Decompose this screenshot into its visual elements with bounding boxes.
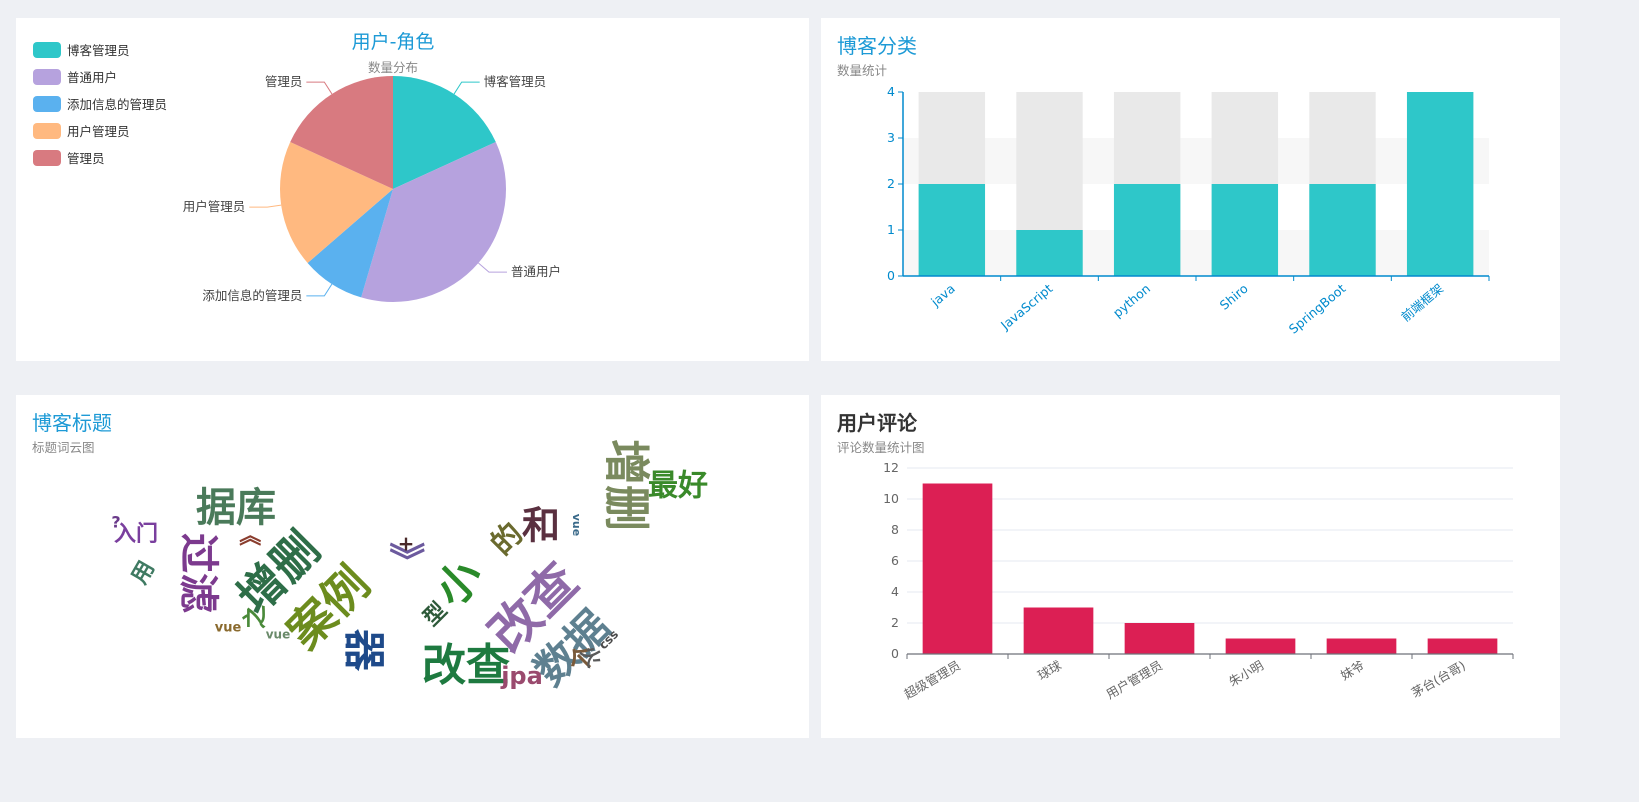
comment-bar[interactable] [922,483,993,655]
cloud-word[interactable]: 据库 [196,485,276,531]
pie-subtitle: 数量分布 [368,60,418,75]
x-tick-label: 妹爷 [1338,657,1368,683]
cloud-word[interactable]: 之 [241,605,269,629]
cloud-word[interactable]: 器 [340,629,389,672]
category-bar[interactable] [1211,184,1279,276]
wordcloud-panel: 博客标题 标题词云图 据库 增删 过滤 案例 入门用《》小改查 数据和增删 最好 改查器 jpa… [16,395,809,738]
comment-bar-chart: 0 2 4 6 8 10 12 超级管理员 球球 用户管理员 朱小明 妹爷 茅台(台哥) [883,460,1514,702]
comment-bar[interactable] [1225,638,1296,655]
pie-slice-label: 用户管理员 [183,199,246,214]
y-tick-label: 1 [887,222,895,237]
y-tick-label: 4 [891,584,899,599]
pie-slice-label: 添加信息的管理员 [202,288,302,303]
category-bar[interactable] [918,184,986,276]
cloud-word[interactable]: vue [570,514,583,536]
pie-slice-label: 普通用户 [511,264,561,279]
y-tick-label: 2 [887,176,895,191]
cloud-word[interactable]: 改查 [422,640,510,691]
y-tick-label: 12 [883,460,899,475]
comment-bar[interactable] [1023,607,1094,655]
pie-label-line [453,81,480,95]
pie-label-line [306,81,333,95]
cloud-word[interactable]: ? [111,513,120,532]
category-bar[interactable] [1016,230,1083,276]
grid-band [903,230,1489,276]
word-cloud: 据库增删过滤 案例入门用《》 小改查数据和 增删最好改查器jpavue vue cssvu… [111,439,708,695]
y-tick-label: 8 [891,522,899,537]
pie-slice-label: 管理员 [265,74,303,89]
y-tick-label: 3 [887,130,895,145]
grid-band [903,92,1489,138]
x-tick-label: Shiro [1217,281,1251,313]
grid-band [903,184,1489,230]
y-tick-label: 4 [887,84,895,99]
x-tick-label: SpringBoot [1286,281,1349,337]
x-tick-label: 球球 [1035,657,1065,683]
cloud-word[interactable]: 过滤 [175,533,221,613]
comment-bar[interactable] [1427,638,1498,655]
comment-panel: 用户评论 评论数量统计图 0 2 4 6 8 10 12 超级管理员 球球 用户管理员 朱小明 妹爷茅… [821,395,1560,738]
pie-label-line [478,262,507,273]
pie-title: 用户-角色 [352,31,435,53]
cloud-word[interactable]: 最好 [648,469,708,504]
category-panel: 博客分类 数量统计 java JavaScript python Shiro Sprin… [821,18,1560,361]
y-tick-label: 6 [891,553,899,568]
pie-chart: 用户-角色 数量分布 博客管理员普通用户添加信息的管理员 用户管理员 管理员 [183,31,561,303]
pie-slice-label: 博客管理员 [484,74,547,89]
pie-panel: 博客管理员普通用户添加信息的管理员 用户管理员 管理员 用户-角色 数量分布 博客管… [16,18,809,361]
cloud-word[interactable]: jpa [500,662,543,690]
cloud-word[interactable]: vue [215,621,242,636]
category-bar[interactable] [1113,184,1181,276]
comment-bar[interactable] [1124,623,1195,654]
cloud-word[interactable]: 用 [127,557,160,589]
grid-band [903,138,1489,184]
x-tick-label: 用户管理员 [1103,658,1165,702]
x-tick-label: JavaScript [997,281,1055,333]
cloud-word[interactable]: 《 [236,524,261,546]
comment-bar[interactable] [1326,638,1397,655]
pie-label-line [306,283,333,297]
x-tick-label: python [1110,281,1153,321]
cloud-word[interactable]: vue [266,628,291,642]
y-tick-label: 10 [883,491,899,506]
x-tick-label: 前端框架 [1398,281,1446,325]
x-tick-label: 朱小明 [1226,658,1266,690]
cloud-word[interactable]: + [398,532,415,556]
y-tick-label: 0 [891,646,899,661]
x-tick-label: java [927,281,957,310]
x-tick-label: 超级管理员 [901,658,963,702]
category-bar[interactable] [1309,184,1376,276]
category-bar[interactable] [1406,92,1474,276]
cloud-word[interactable]: 增删 [600,439,654,531]
x-tick-label: 茅台(台哥) [1409,658,1468,701]
category-bar-chart: java JavaScript python Shiro SpringBoot 前端框架 0… [887,84,1490,337]
y-tick-label: 2 [891,615,899,630]
y-tick-label: 0 [887,268,895,283]
pie-label-line [249,204,282,208]
